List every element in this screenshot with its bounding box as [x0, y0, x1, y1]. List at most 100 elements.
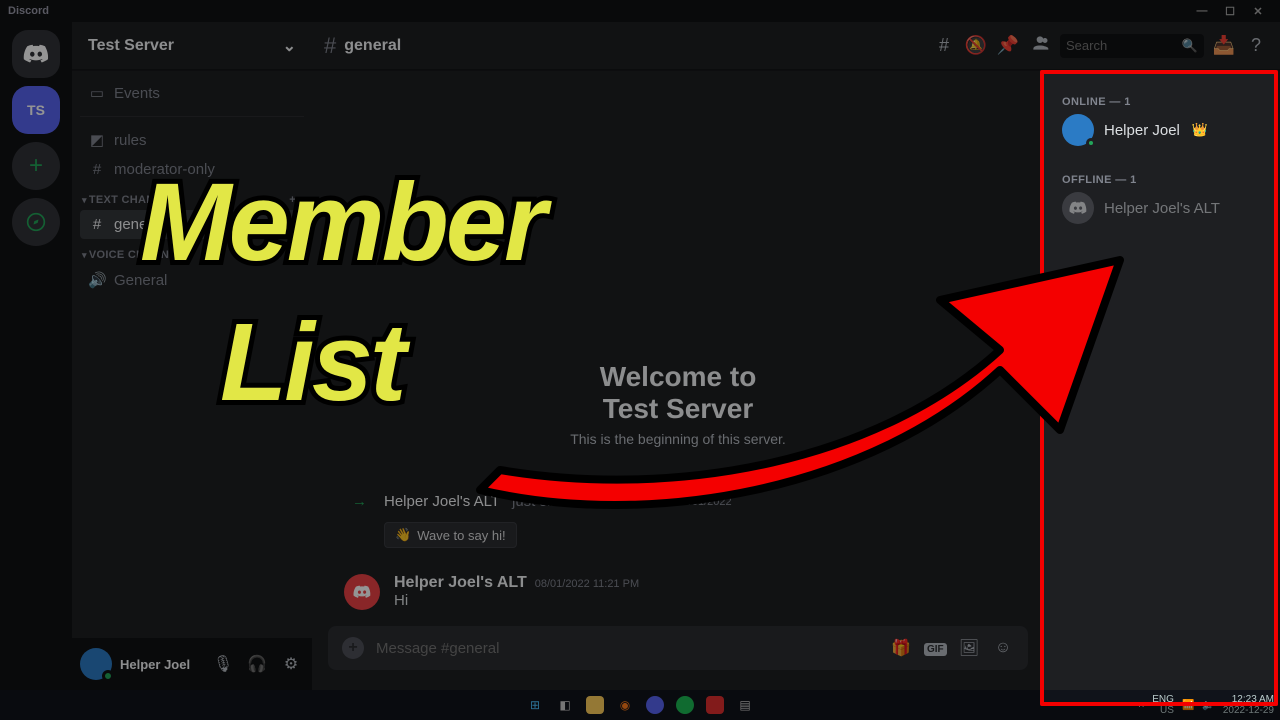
- home-dm-button[interactable]: [12, 30, 60, 78]
- chat-area: # general # 🔕 📌 🔍 📥 ? Welcome toTest Ser…: [312, 22, 1280, 690]
- tray-chevron-icon[interactable]: ˄: [1138, 700, 1144, 711]
- channel-title: general: [344, 37, 401, 55]
- channel-mod-only[interactable]: # moderator-only: [80, 155, 304, 184]
- events-label: Events: [114, 85, 160, 102]
- wave-emoji-icon: 👋: [395, 527, 411, 543]
- threads-button[interactable]: #: [932, 35, 956, 56]
- explorer-icon[interactable]: [586, 696, 604, 714]
- windows-taskbar: ⊞ ◧ ◉ ▤ ˄ ENGUS 📶 🔈 12:23 AM2022-12-29: [0, 690, 1280, 720]
- welcome-subtitle: This is the beginning of this server.: [328, 431, 1028, 447]
- divider: [80, 116, 304, 117]
- compass-icon: [26, 212, 46, 232]
- self-username: Helper Joel: [120, 657, 202, 672]
- discord-icon[interactable]: [646, 696, 664, 714]
- chevron-down-icon: ⌄: [283, 36, 296, 56]
- channel-rules[interactable]: ◩ rules: [80, 125, 304, 155]
- inbox-button[interactable]: 📥: [1212, 35, 1236, 56]
- window-close-button[interactable]: ✕: [1244, 5, 1272, 18]
- add-channel-icon[interactable]: +: [289, 249, 296, 261]
- rules-icon: ◩: [88, 131, 106, 149]
- member-list-toggle[interactable]: [1028, 33, 1052, 58]
- events-row[interactable]: ▭ Events: [80, 78, 304, 108]
- category-voice-channels[interactable]: ▾VOICE CHANNELS +: [80, 239, 304, 265]
- wifi-icon[interactable]: 📶: [1182, 700, 1194, 711]
- sticker-button[interactable]: 🖼: [958, 638, 980, 658]
- window-minimize-button[interactable]: —: [1188, 5, 1216, 17]
- message-input[interactable]: [376, 640, 878, 657]
- emoji-button[interactable]: ☺: [992, 639, 1014, 657]
- server-name: Test Server: [88, 37, 174, 55]
- hash-icon: #: [324, 33, 336, 59]
- add-channel-icon[interactable]: +: [289, 194, 296, 206]
- member-list: ONLINE — 1 Helper Joel 👑 OFFLINE — 1 Hel…: [1044, 70, 1280, 690]
- message-avatar[interactable]: [344, 574, 380, 610]
- speaker-icon: 🔊: [88, 271, 106, 289]
- pinned-button[interactable]: 📌: [996, 35, 1020, 56]
- members-online-header: ONLINE — 1: [1054, 90, 1270, 110]
- firefox-icon[interactable]: ◉: [616, 696, 634, 714]
- guild-list: TS +: [0, 22, 72, 690]
- discord-logo-icon: [1069, 201, 1087, 215]
- start-icon[interactable]: ⊞: [526, 696, 544, 714]
- gif-button[interactable]: GIF: [924, 639, 946, 657]
- status-online-icon: [1086, 138, 1096, 148]
- voice-channel-general[interactable]: 🔊 General: [80, 265, 304, 295]
- member-row[interactable]: Helper Joel's ALT: [1054, 188, 1270, 228]
- help-button[interactable]: ?: [1244, 35, 1268, 56]
- explore-servers-button[interactable]: [12, 198, 60, 246]
- members-icon: [1030, 33, 1050, 53]
- join-user: Helper Joel's ALT: [384, 493, 500, 510]
- window-maximize-button[interactable]: ☐: [1216, 5, 1244, 18]
- window-titlebar: Discord — ☐ ✕: [0, 0, 1280, 22]
- message-area: Welcome toTest Server This is the beginn…: [312, 70, 1044, 690]
- spotify-icon[interactable]: [676, 696, 694, 714]
- self-avatar[interactable]: [80, 648, 112, 680]
- member-name: Helper Joel: [1104, 122, 1180, 139]
- welcome-title-2: Test Server: [603, 393, 753, 424]
- add-server-button[interactable]: +: [12, 142, 60, 190]
- chevron-down-icon: ▾: [82, 250, 87, 260]
- app-icon[interactable]: ▤: [736, 696, 754, 714]
- message-row: Helper Joel's ALT 08/01/2022 11:21 PM Hi: [328, 564, 1028, 610]
- welcome-block: Welcome toTest Server This is the beginn…: [328, 361, 1028, 447]
- message-content: Hi: [394, 592, 639, 609]
- app-title: Discord: [8, 5, 49, 17]
- user-panel: Helper Joel 🎙 🎧 ⚙: [72, 638, 312, 690]
- guild-test-server[interactable]: TS: [12, 86, 60, 134]
- server-header[interactable]: Test Server ⌄: [72, 22, 312, 70]
- server-owner-icon: 👑: [1192, 122, 1208, 138]
- member-row[interactable]: Helper Joel 👑: [1054, 110, 1270, 150]
- wave-label: Wave to say hi!: [417, 528, 505, 543]
- tray-date: 2022-12-29: [1223, 705, 1274, 716]
- gift-button[interactable]: 🎁: [890, 638, 912, 658]
- tray-lang: ENG: [1152, 694, 1174, 705]
- members-offline-header: OFFLINE — 1: [1054, 168, 1270, 188]
- search-box[interactable]: 🔍: [1060, 34, 1204, 58]
- attach-button[interactable]: +: [342, 637, 364, 659]
- channel-general[interactable]: # general: [80, 210, 304, 239]
- welcome-title-1: Welcome to: [600, 361, 757, 392]
- member-name: Helper Joel's ALT: [1104, 200, 1220, 217]
- search-icon: 🔍: [1182, 38, 1198, 54]
- discord-logo-icon: [353, 585, 371, 599]
- category-text-channels[interactable]: ▾TEXT CHANNELS +: [80, 184, 304, 210]
- app-icon[interactable]: [706, 696, 724, 714]
- volume-icon[interactable]: 🔈: [1202, 700, 1214, 711]
- user-settings-button[interactable]: ⚙: [278, 654, 304, 674]
- system-tray[interactable]: ˄ ENGUS 📶 🔈 12:23 AM2022-12-29: [1138, 694, 1274, 716]
- category-voice-label: VOICE CHANNELS: [89, 249, 192, 261]
- status-online-icon: [102, 670, 114, 682]
- calendar-icon: ▭: [88, 84, 106, 102]
- wave-button[interactable]: 👋 Wave to say hi!: [384, 522, 517, 548]
- join-timestamp: 08/01/2022: [677, 496, 732, 508]
- message-author[interactable]: Helper Joel's ALT: [394, 574, 527, 592]
- search-input[interactable]: [1066, 38, 1176, 53]
- mute-mic-button[interactable]: 🎙: [210, 654, 236, 674]
- message-composer[interactable]: + 🎁 GIF 🖼 ☺: [328, 626, 1028, 670]
- member-avatar: [1062, 192, 1094, 224]
- task-view-icon[interactable]: ◧: [556, 696, 574, 714]
- deafen-button[interactable]: 🎧: [244, 654, 270, 674]
- system-join-message: → Helper Joel's ALT just slid into the s…: [328, 487, 1028, 516]
- channel-rules-label: rules: [114, 132, 147, 149]
- notifications-button[interactable]: 🔕: [964, 35, 988, 56]
